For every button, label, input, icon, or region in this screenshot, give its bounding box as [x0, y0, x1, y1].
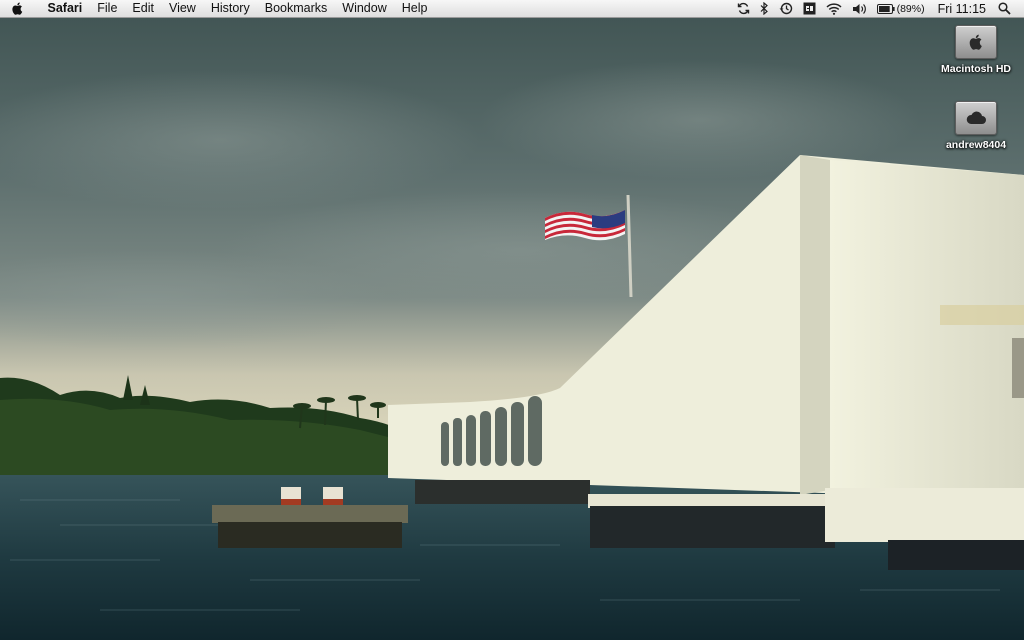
wifi-icon[interactable]: [826, 0, 842, 17]
cloud-drive-icon: [955, 101, 997, 135]
bluetooth-icon[interactable]: [760, 0, 769, 17]
menu-history[interactable]: History: [203, 0, 257, 17]
desktop-icon-macintosh-hd[interactable]: Macintosh HD: [931, 25, 1021, 75]
app-menu-safari[interactable]: Safari: [40, 0, 90, 17]
menu-bookmarks[interactable]: Bookmarks: [257, 0, 335, 17]
menu-view[interactable]: View: [161, 0, 203, 17]
time-machine-icon[interactable]: [779, 0, 793, 17]
apple-icon[interactable]: [0, 2, 40, 15]
battery-percent: (89%): [896, 2, 925, 15]
spotlight-search-icon[interactable]: [998, 0, 1011, 17]
desktop-icon-label: Macintosh HD: [940, 63, 1011, 75]
hard-drive-icon: [955, 25, 997, 59]
desktop-icon-andrew8404[interactable]: andrew8404: [931, 101, 1021, 151]
desktop-wallpaper: [0, 0, 1024, 640]
menu-window[interactable]: Window: [335, 0, 394, 17]
input-menu-icon[interactable]: [803, 0, 816, 17]
sync-icon[interactable]: [737, 0, 750, 17]
volume-icon[interactable]: [852, 0, 867, 17]
desktop-icon-label: andrew8404: [945, 139, 1007, 151]
menu-bar: Safari File Edit View History Bookmarks …: [0, 0, 1024, 18]
menu-file[interactable]: File: [90, 0, 125, 17]
battery-status[interactable]: (89%): [876, 0, 925, 17]
menu-edit[interactable]: Edit: [125, 0, 162, 17]
clock[interactable]: Fri 11:15: [938, 2, 986, 16]
memorial-scene: [0, 0, 1024, 640]
menu-help[interactable]: Help: [394, 0, 435, 17]
battery-icon: [876, 3, 895, 14]
